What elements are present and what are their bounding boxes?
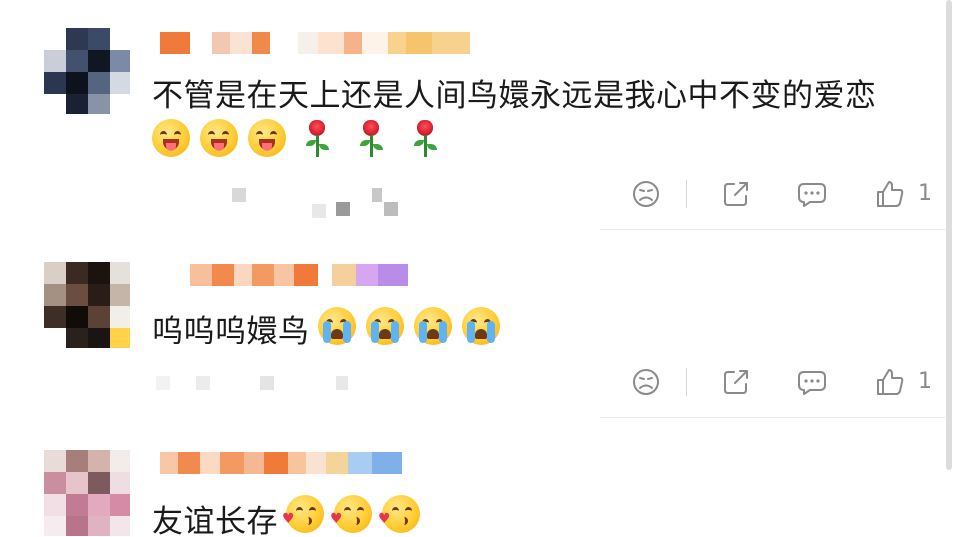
thumbs-up-icon	[877, 181, 904, 207]
comment-item: 不管是在天上还是人间鸟嬛永远是我心中不变的爱恋 1	[0, 0, 945, 230]
share-button[interactable]	[716, 362, 756, 402]
dislike-button[interactable]	[626, 174, 666, 214]
comment-bubble-icon	[798, 183, 826, 207]
kissing-heart-face-icon: ♥	[378, 495, 420, 533]
crying-face-icon	[414, 307, 452, 345]
timestamp-redacted	[232, 188, 402, 218]
avatar[interactable]	[44, 262, 130, 348]
comment-text: 友谊长存	[152, 504, 278, 537]
share-button[interactable]	[716, 174, 756, 214]
frown-face-icon	[633, 181, 659, 207]
crying-face-icon	[318, 307, 356, 345]
emoji-row	[318, 304, 510, 348]
rose-icon	[356, 118, 386, 158]
share-icon	[724, 182, 748, 206]
username-redacted[interactable]	[160, 452, 402, 474]
tongue-face-icon	[200, 119, 238, 157]
kissing-heart-face-icon: ♥	[282, 495, 324, 533]
comment-feed: 不管是在天上还是人间鸟嬛永远是我心中不变的爱恋 1 呜呜呜嬛鸟 1 友谊长存 ♥…	[0, 0, 960, 537]
comment-item: 友谊长存 ♥ ♥ ♥	[0, 418, 945, 537]
comment-text: 不管是在天上还是人间鸟嬛永远是我心中不变的爱恋	[152, 78, 877, 114]
crying-face-icon	[462, 307, 500, 345]
username-redacted[interactable]	[160, 32, 470, 54]
tongue-face-icon	[152, 119, 190, 157]
reply-button[interactable]	[792, 174, 832, 214]
tongue-face-icon	[248, 119, 286, 157]
thumbs-up-icon	[877, 369, 904, 395]
avatar[interactable]	[44, 450, 130, 536]
like-button[interactable]	[870, 362, 910, 402]
like-count: 1	[918, 369, 932, 394]
separator	[686, 180, 687, 208]
comment-text: 呜呜呜嬛鸟	[152, 314, 310, 350]
dislike-button[interactable]	[626, 362, 666, 402]
username-redacted[interactable]	[160, 264, 408, 286]
rose-icon	[410, 118, 440, 158]
like-button[interactable]	[870, 174, 910, 214]
like-count: 1	[918, 181, 932, 206]
frown-face-icon	[633, 369, 659, 395]
emoji-row	[152, 116, 458, 160]
crying-face-icon	[366, 307, 404, 345]
reply-button[interactable]	[792, 362, 832, 402]
share-icon	[724, 370, 748, 394]
comment-actions: 1	[620, 362, 940, 402]
timestamp-redacted	[156, 376, 356, 392]
comment-item: 呜呜呜嬛鸟 1	[0, 230, 945, 418]
comment-bubble-icon	[798, 371, 826, 395]
separator	[686, 368, 687, 396]
emoji-row: ♥ ♥ ♥	[282, 492, 430, 536]
scrollbar[interactable]	[946, 0, 952, 470]
kissing-heart-face-icon: ♥	[330, 495, 372, 533]
comment-actions: 1	[620, 174, 940, 214]
rose-icon	[302, 118, 332, 158]
avatar[interactable]	[44, 28, 130, 114]
